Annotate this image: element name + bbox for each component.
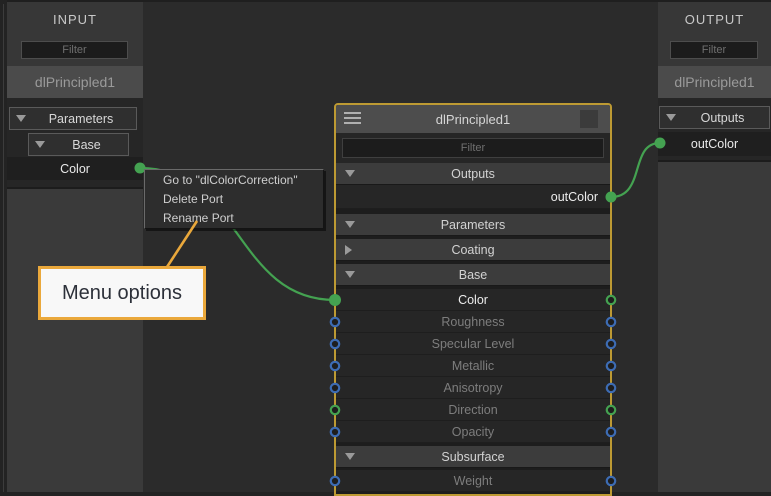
menu-item-go-to[interactable]: Go to "dlColorCorrection": [145, 171, 323, 190]
tree-item-outcolor[interactable]: outColor: [658, 132, 771, 156]
section-parameters-label: Parameters: [441, 218, 506, 232]
hamburger-menu-icon[interactable]: [344, 112, 361, 127]
tree-item-parameters-label: Parameters: [26, 112, 136, 126]
expander-down-icon[interactable]: [16, 115, 26, 122]
top-edge-divider: [0, 0, 771, 2]
expander-down-icon[interactable]: [345, 170, 355, 177]
section-header-base[interactable]: Base: [336, 264, 610, 286]
node-row-opacity[interactable]: Opacity: [336, 421, 610, 443]
input-tree: Parameters Base Color: [7, 98, 143, 187]
output-panel-title: OUTPUT: [658, 2, 771, 27]
left-scrollbar-track[interactable]: [0, 0, 7, 496]
output-panel-empty-area: [658, 160, 771, 492]
node-filter-field[interactable]: [342, 138, 604, 158]
input-panel-empty-area: [7, 187, 143, 492]
node-swatch[interactable]: [580, 110, 598, 128]
input-panel-title: INPUT: [7, 2, 143, 27]
expander-down-icon[interactable]: [345, 453, 355, 460]
output-node-name: dlPrincipled1: [658, 66, 771, 98]
output-panel: OUTPUT dlPrincipled1 Outputs outColor: [658, 2, 771, 492]
tree-item-base[interactable]: Base: [28, 133, 129, 156]
annotation-callout: Menu options: [38, 266, 206, 320]
input-panel: INPUT dlPrincipled1 Parameters Base Colo…: [7, 2, 143, 492]
expander-down-icon[interactable]: [35, 141, 45, 148]
node-row-outcolor[interactable]: outColor: [336, 185, 610, 209]
section-header-coating[interactable]: Coating: [336, 239, 610, 261]
section-header-parameters[interactable]: Parameters: [336, 214, 610, 236]
tree-item-parameters[interactable]: Parameters: [9, 107, 137, 130]
wire-outcolor-connection: [611, 143, 660, 197]
context-menu: Go to "dlColorCorrection" Delete Port Re…: [144, 169, 324, 229]
section-header-outputs[interactable]: Outputs: [336, 163, 610, 185]
section-header-subsurface[interactable]: Subsurface: [336, 446, 610, 468]
node-row-direction[interactable]: Direction: [336, 399, 610, 421]
left-scrollbar-groove: [3, 4, 4, 492]
section-coating-label: Coating: [451, 243, 494, 257]
node-row-weight[interactable]: Weight: [336, 470, 610, 492]
output-filter-field[interactable]: [670, 41, 758, 59]
section-base-label: Base: [459, 268, 488, 282]
node-filter-row: [336, 133, 610, 163]
node-header[interactable]: dlPrincipled1: [336, 105, 610, 133]
annotation-label: Menu options: [62, 282, 182, 305]
section-subsurface-label: Subsurface: [441, 450, 504, 464]
expander-down-icon[interactable]: [345, 221, 355, 228]
node-row-roughness[interactable]: Roughness: [336, 311, 610, 333]
node-row-specular-level[interactable]: Specular Level: [336, 333, 610, 355]
tree-item-outputs-label: Outputs: [676, 111, 769, 125]
input-filter-field[interactable]: [21, 41, 128, 59]
node-row-anisotropy[interactable]: Anisotropy: [336, 377, 610, 399]
expander-down-icon[interactable]: [666, 114, 676, 121]
tree-item-outputs[interactable]: Outputs: [659, 106, 770, 129]
node-title: dlPrincipled1: [436, 112, 510, 127]
expander-down-icon[interactable]: [345, 271, 355, 278]
menu-item-rename-port[interactable]: Rename Port: [145, 209, 323, 228]
menu-item-delete-port[interactable]: Delete Port: [145, 190, 323, 209]
section-outputs-label: Outputs: [451, 167, 495, 181]
input-node-name: dlPrincipled1: [7, 66, 143, 98]
node-editor: INPUT dlPrincipled1 Parameters Base Colo…: [0, 0, 771, 496]
node-row-color[interactable]: Color: [336, 289, 610, 311]
node-row-metallic[interactable]: Metallic: [336, 355, 610, 377]
tree-item-color[interactable]: Color: [7, 157, 143, 180]
output-tree: Outputs outColor: [658, 98, 771, 160]
tree-item-base-label: Base: [45, 138, 128, 152]
expander-right-icon[interactable]: [345, 245, 352, 255]
dlprincipled-node[interactable]: dlPrincipled1 Outputs outColor Parameter…: [334, 103, 612, 496]
